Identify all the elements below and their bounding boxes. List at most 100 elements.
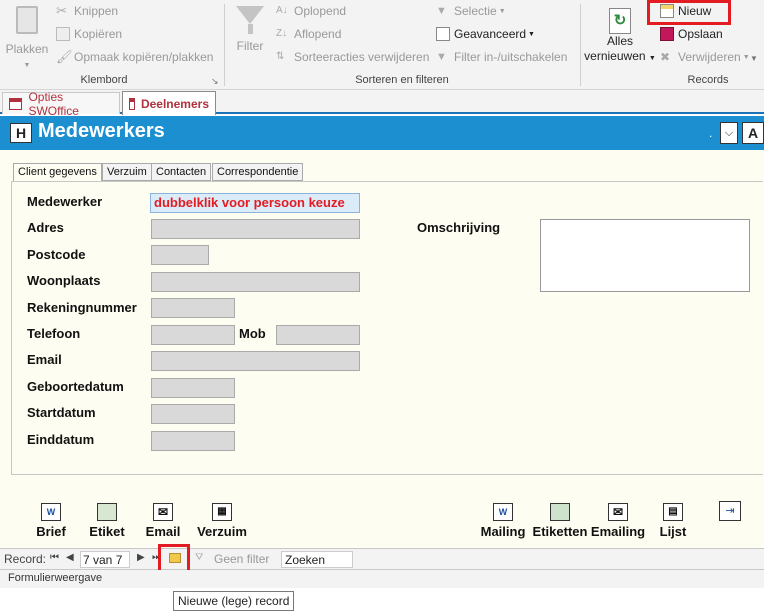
ribbon: Plakken ▼ ✂ Knippen Kopiëren 🖌 Opmaak ko… [0, 0, 764, 90]
delete-button[interactable]: ✖ Verwijderen ▼ [660, 50, 750, 64]
paste-button[interactable]: Plakken ▼ [4, 4, 50, 69]
mob-field[interactable] [276, 325, 360, 345]
medewerker-label: Medewerker [27, 194, 103, 209]
mailing-button[interactable]: W Mailing [478, 503, 528, 539]
previous-record-icon[interactable]: ◀ [66, 552, 74, 563]
no-filter-icon: ⛛ [195, 552, 204, 563]
copy-button[interactable]: Kopiëren [56, 27, 122, 41]
calendar-icon: ▦ [212, 503, 232, 521]
toggle-filter-button[interactable]: ▼ Filter in-/uitschakelen [436, 50, 567, 64]
etiketten-button[interactable]: Etiketten [531, 503, 589, 539]
telefoon-field[interactable] [151, 325, 235, 345]
woonplaats-label: Woonplaats [27, 273, 101, 288]
startdatum-label: Startdatum [27, 405, 96, 420]
tab-deelnemers[interactable]: Deelnemers [122, 91, 216, 115]
etiket-button[interactable]: Etiket [87, 503, 127, 539]
brief-button[interactable]: W Brief [33, 503, 69, 539]
tab-contacten[interactable]: Contacten [151, 163, 212, 181]
chevron-down-icon: ▼ [742, 53, 750, 61]
paste-label: Plakken [5, 42, 49, 56]
rekeningnummer-label: Rekeningnummer [27, 300, 137, 315]
sort-descending-icon: Z↓ [276, 28, 288, 39]
header-a-button[interactable]: A [742, 122, 764, 144]
search-input[interactable]: Zoeken [281, 551, 353, 568]
tab-opties-swoffice[interactable]: Opties SWOffice [2, 90, 120, 118]
email-label: Email [27, 352, 62, 367]
adres-field[interactable] [151, 219, 360, 239]
header-dot: . [709, 126, 713, 140]
omschrijving-field[interactable] [540, 219, 750, 292]
word-icon: W [41, 503, 61, 521]
chevron-down-icon: ▼ [528, 30, 535, 38]
sort-descending-button[interactable]: Z↓ Aflopend [276, 27, 341, 41]
record-navigation-bar: Record: ⏮ ◀ 7 van 7 ▶ ⏭ ⛛ Geen filter Zo… [0, 544, 764, 574]
email-field[interactable] [151, 351, 360, 371]
selection-button[interactable]: ▼ Selectie ▼ [436, 4, 506, 18]
no-filter-label[interactable]: Geen filter [214, 552, 269, 566]
rekeningnummer-field[interactable] [151, 298, 235, 318]
first-record-icon[interactable]: ⏮ [50, 552, 59, 563]
startdatum-field[interactable] [151, 404, 235, 424]
lijst-button[interactable]: ▤ Lijst [655, 503, 691, 539]
postcode-field[interactable] [151, 245, 209, 265]
document-tabs: Opties SWOffice Deelnemers [0, 90, 764, 118]
header-h-button[interactable]: H [10, 123, 32, 143]
copy-icon [56, 27, 70, 41]
tooltip: Nieuwe (lege) record [173, 591, 295, 611]
record-label: Record: [4, 552, 47, 566]
chevron-down-icon: ▼ [498, 7, 506, 15]
word-icon: W [493, 503, 513, 521]
email-button[interactable]: ✉ Email [143, 503, 183, 539]
einddatum-field[interactable] [151, 431, 235, 451]
remove-sort-icon: ⇅ [276, 51, 285, 62]
refresh-all-button[interactable]: ↻ Alles vernieuwen ▼ [584, 4, 656, 68]
einddatum-label: Einddatum [27, 432, 95, 447]
scissors-icon: ✂ [56, 3, 67, 18]
geboortedatum-label: Geboortedatum [27, 379, 124, 394]
filter-button[interactable]: Filter [230, 4, 270, 64]
emailing-button[interactable]: ✉ Emailing [589, 503, 647, 539]
more-icon[interactable]: ▼ [750, 54, 758, 63]
woonplaats-field[interactable] [151, 272, 360, 292]
refresh-icon: ↻ [609, 8, 631, 34]
next-record-icon[interactable]: ▶ [137, 552, 145, 563]
sort-ascending-icon: A↓ [276, 5, 288, 16]
chevron-down-icon: ⌵ [724, 127, 734, 139]
record-position-input[interactable]: 7 van 7 [80, 551, 130, 568]
adres-label: Adres [27, 220, 64, 235]
mob-label: Mob [239, 326, 266, 341]
advanced-button[interactable]: Geavanceerd ▼ [436, 27, 535, 41]
separator [224, 4, 225, 86]
format-painter-icon: 🖌 [56, 49, 73, 64]
dialog-launcher-icon[interactable]: ↘ [211, 76, 219, 87]
format-painter-button[interactable]: 🖌 Opmaak kopiëren/plakken [56, 49, 213, 65]
highlight-box [647, 0, 731, 25]
form-icon [129, 97, 135, 110]
exit-door-icon: ⇥ [725, 505, 735, 517]
exit-button[interactable]: ⇥ [719, 501, 741, 521]
medewerker-field[interactable]: dubbelklik voor persoon keuze [150, 193, 360, 213]
header-dropdown-button[interactable]: ⌵ [720, 122, 738, 144]
view-label: Formulierweergave [8, 572, 103, 584]
chevron-down-icon: ▼ [648, 55, 656, 62]
tab-correspondentie[interactable]: Correspondentie [212, 163, 304, 181]
remove-sort-button[interactable]: ⇅ Sorteeracties verwijderen [276, 50, 429, 64]
save-button[interactable]: Opslaan [660, 27, 723, 41]
geboortedatum-field[interactable] [151, 378, 235, 398]
funnel-icon [236, 6, 264, 24]
toggle-filter-icon: ▼ [436, 51, 447, 63]
list-icon: ▤ [663, 503, 683, 521]
tab-verzuim[interactable]: Verzuim [102, 163, 152, 181]
separator [580, 4, 581, 86]
delete-icon: ✖ [660, 50, 671, 64]
sort-filter-group-label: Sorteren en filteren [355, 74, 449, 86]
tab-client-gegevens[interactable]: Client gegevens [13, 163, 102, 182]
telefoon-label: Telefoon [27, 326, 81, 341]
selection-filter-icon: ▼ [436, 5, 447, 17]
records-group-label: Records [687, 74, 729, 86]
advanced-filter-icon [436, 27, 450, 41]
sort-ascending-button[interactable]: A↓ Oplopend [276, 4, 346, 18]
cut-button[interactable]: ✂ Knippen [56, 3, 118, 19]
chevron-down-icon: ▼ [23, 62, 31, 69]
verzuim-button[interactable]: ▦ Verzuim [194, 503, 250, 539]
